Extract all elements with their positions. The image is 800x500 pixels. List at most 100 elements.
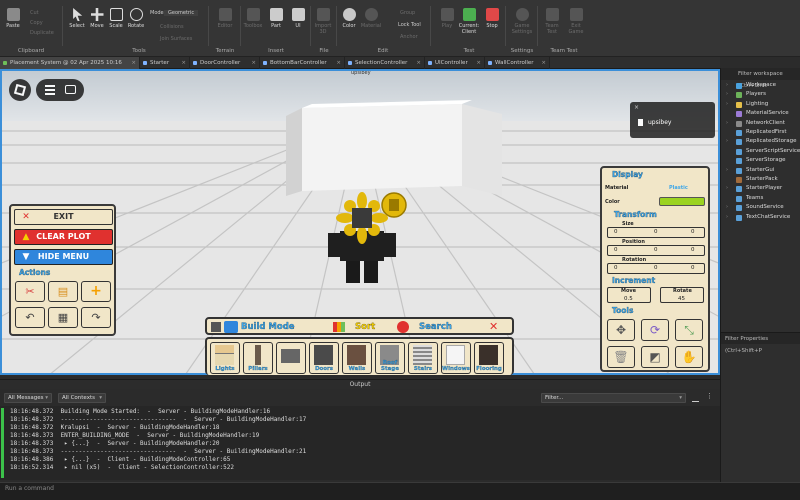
add-button[interactable]: +: [81, 281, 111, 302]
chevron-right-icon[interactable]: ›: [726, 213, 728, 222]
clear-output-icon[interactable]: [692, 394, 699, 402]
toolbox-button[interactable]: Toolbox: [242, 8, 264, 29]
tab-selection-controller[interactable]: SelectionController ×: [345, 57, 425, 69]
tab-wall-controller[interactable]: WallController ×: [485, 57, 550, 69]
explorer-item[interactable]: › SoundService: [721, 203, 800, 212]
close-icon[interactable]: ×: [131, 57, 136, 69]
explorer-item[interactable]: › StarterPlayer: [721, 184, 800, 193]
mode-select[interactable]: Geometric: [164, 10, 199, 16]
current-client-button[interactable]: Current: Client: [458, 8, 480, 35]
delete-tool-button[interactable]: 🗑: [607, 346, 635, 368]
tab-starter[interactable]: Starter ×: [140, 57, 190, 69]
redo-button[interactable]: ↷: [81, 307, 111, 328]
move-increment-field[interactable]: Move 0.5: [607, 287, 651, 303]
clear-plot-button[interactable]: ▲ CLEAR PLOT: [14, 229, 113, 245]
paste-button[interactable]: Paste: [2, 8, 24, 29]
explorer-item[interactable]: › ReplicatedStorage: [721, 137, 800, 146]
terrain-editor-button[interactable]: Editor: [214, 8, 236, 29]
material-button[interactable]: Material: [360, 8, 382, 29]
play-button[interactable]: Play: [436, 8, 458, 29]
close-build-button[interactable]: ✕: [489, 320, 505, 334]
explorer-item[interactable]: › Lighting: [721, 100, 800, 109]
exit-game-button[interactable]: Exit Game: [565, 8, 587, 35]
player-character[interactable]: [322, 191, 422, 291]
log-line[interactable]: 18:16:48.386 ▸ {...} - Client - Building…: [10, 456, 720, 464]
explorer-item[interactable]: › StarterGui: [721, 166, 800, 175]
duplicate-button[interactable]: Duplicate: [30, 30, 54, 36]
sort-tab[interactable]: Sort: [333, 320, 393, 334]
close-icon[interactable]: ×: [181, 57, 186, 69]
chevron-right-icon[interactable]: ›: [726, 119, 728, 128]
explorer-item[interactable]: › NetworkClient: [721, 119, 800, 128]
output-filter-input[interactable]: Filter... ▾: [541, 393, 686, 403]
close-icon[interactable]: ×: [541, 57, 546, 69]
properties-filter-input[interactable]: Filter Properties (Ctrl+Shift+P: [721, 332, 800, 354]
build-item-lights[interactable]: Lights: [210, 342, 240, 374]
log-line[interactable]: 18:16:48.372 ---------------------------…: [10, 416, 720, 424]
close-icon[interactable]: ×: [476, 57, 481, 69]
explorer-item[interactable]: › Players: [721, 90, 800, 99]
grid-button[interactable]: ▦: [48, 307, 78, 328]
explorer-item[interactable]: Teams: [721, 194, 800, 203]
explorer-item[interactable]: ServerScriptService: [721, 147, 800, 156]
explorer-item[interactable]: MaterialService: [721, 109, 800, 118]
paint-tool-button[interactable]: ◩: [641, 346, 669, 368]
chevron-right-icon[interactable]: ›: [726, 137, 728, 146]
player-list-card[interactable]: × upsibey: [630, 102, 715, 138]
build-item-flooring[interactable]: Flooring: [474, 342, 504, 374]
log-line[interactable]: 18:16:48.373 ENTER_BUILDING_MODE - Serve…: [10, 432, 720, 440]
tab-bottom-bar-controller[interactable]: BottomBarController ×: [260, 57, 345, 69]
tab-door-controller[interactable]: DoorController ×: [190, 57, 260, 69]
tab-ui-controller[interactable]: UIController ×: [425, 57, 485, 69]
close-icon[interactable]: ×: [416, 57, 421, 69]
game-settings-button[interactable]: Game Settings: [511, 8, 533, 35]
scissors-button[interactable]: ✂: [15, 281, 45, 302]
close-icon[interactable]: ×: [251, 57, 256, 69]
position-field[interactable]: 000: [607, 245, 705, 256]
team-test-button[interactable]: Team Test: [541, 8, 563, 35]
explorer-item[interactable]: ReplicatedFirst: [721, 128, 800, 137]
explorer-item[interactable]: StarterPack: [721, 175, 800, 184]
scale-tool-button[interactable]: ⤡: [675, 319, 703, 341]
part-button[interactable]: Part: [265, 8, 287, 29]
hamburger-icon[interactable]: [45, 85, 55, 95]
log-line[interactable]: 18:16:52.314 ▸ nil (x5) - Client - Selec…: [10, 464, 720, 472]
command-bar[interactable]: Run a command: [0, 482, 800, 500]
log-line[interactable]: 18:16:48.372 Building Mode Started: - Se…: [10, 408, 720, 416]
close-icon[interactable]: ×: [336, 57, 341, 69]
tab-placement-system[interactable]: Placement System @ 02 Apr 2025 10:16 ×: [0, 57, 140, 69]
clipboard-button[interactable]: ▤: [48, 281, 78, 302]
more-icon[interactable]: ⋮: [706, 392, 713, 400]
build-item-pillars[interactable]: Pillars: [243, 342, 273, 374]
explorer-item[interactable]: ServerStorage: [721, 156, 800, 165]
build-item-walls[interactable]: Walls: [342, 342, 372, 374]
color-button[interactable]: Color: [338, 8, 360, 29]
chevron-right-icon[interactable]: ›: [726, 166, 728, 175]
cut-button[interactable]: Cut: [30, 10, 39, 16]
chat-icon[interactable]: [65, 85, 76, 94]
rotate-tool-button[interactable]: ⟳: [641, 319, 669, 341]
explorer-item[interactable]: › Workspace: [721, 81, 800, 90]
command-input[interactable]: Run a command: [5, 485, 54, 492]
group-button[interactable]: Group: [400, 10, 415, 16]
exit-button[interactable]: ✕ EXIT: [14, 209, 113, 225]
log-line[interactable]: 18:16:48.373 ---------------------------…: [10, 448, 720, 456]
copy-button[interactable]: Copy: [30, 20, 43, 26]
join-surfaces-toggle[interactable]: Join Surfaces: [160, 36, 192, 42]
size-field[interactable]: 000: [607, 227, 705, 238]
rotate-increment-field[interactable]: Rotate 45: [660, 287, 704, 303]
grab-tool-button[interactable]: ✋: [675, 346, 703, 368]
build-item-roof-stage[interactable]: Roof Stage: [375, 342, 405, 374]
explorer-filter-input[interactable]: Filter workspace (Ctrl+Shift: [721, 68, 800, 89]
close-icon[interactable]: ×: [634, 104, 639, 111]
rotate-button[interactable]: Rotate: [125, 8, 147, 29]
scale-button[interactable]: Scale: [105, 8, 127, 29]
chevron-right-icon[interactable]: ›: [726, 81, 728, 90]
roblox-menu-button[interactable]: [9, 79, 31, 101]
chevron-right-icon[interactable]: ›: [726, 90, 728, 99]
build-item-stairs[interactable]: Stairs: [408, 342, 438, 374]
material-value[interactable]: Plastic: [669, 185, 688, 191]
rotation-field[interactable]: 000: [607, 263, 705, 274]
contexts-filter-dropdown[interactable]: All Contexts ▾: [58, 393, 106, 403]
hide-menu-button[interactable]: ▼ HIDE MENU: [14, 249, 113, 265]
